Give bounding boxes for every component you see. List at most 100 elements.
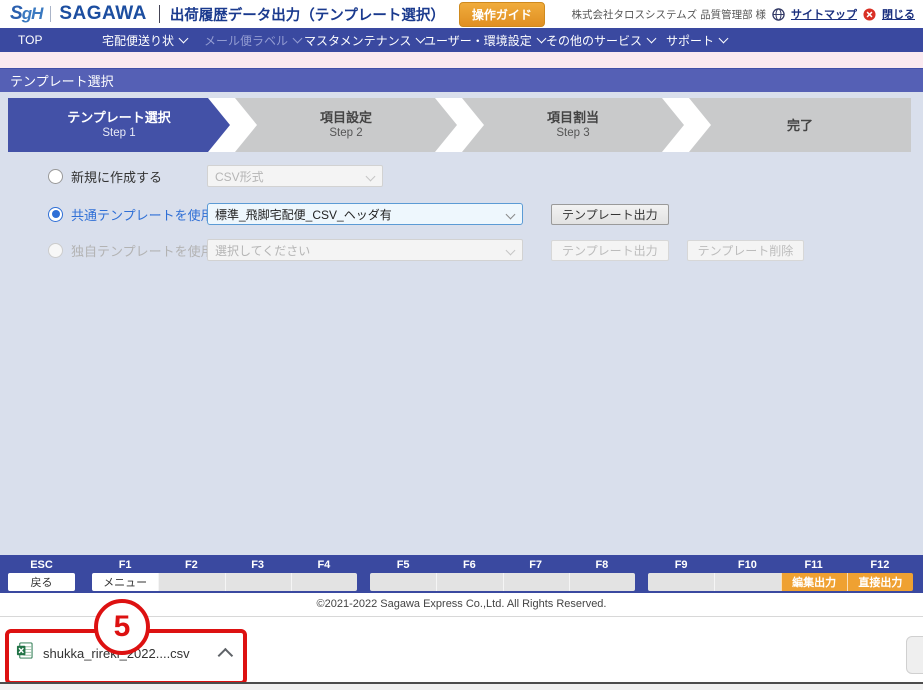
downloads-bar-edge-button[interactable] <box>906 636 923 674</box>
sagawa-logo: SAGAWA <box>59 3 146 25</box>
nav-item-label: 宅配便送り状 <box>102 32 174 49</box>
fkey-f12: F12直接出力 <box>847 558 913 591</box>
chevron-down-icon <box>719 34 729 44</box>
template-option-row-3: 独自テンプレートを使用選択してください テンプレート出力テンプレート削除 <box>0 238 923 262</box>
logged-in-user: 株式会社タロスシステムズ 品質管理部 様 <box>571 7 766 22</box>
template-select[interactable]: 標準_飛脚宅配便_CSV_ヘッダ有 <box>207 203 523 225</box>
step-subtitle: Step 2 <box>329 126 362 141</box>
fkey-label: F6 <box>436 558 502 573</box>
fkey-button-f5 <box>370 573 436 591</box>
chevron-down-icon <box>536 34 546 44</box>
template-select: CSV形式 <box>207 165 383 187</box>
fkey-button-f11[interactable]: 編集出力 <box>781 573 847 591</box>
radio-label: 独自テンプレートを使用 <box>71 241 214 260</box>
globe-icon <box>772 8 785 21</box>
nav-item-4[interactable]: マスタメンテナンス <box>304 28 424 52</box>
nav-item-7[interactable]: サポート <box>666 28 727 52</box>
downloaded-file-chip[interactable]: shukka_rireki_2022....csv <box>16 637 233 669</box>
fkey-group-3: F5F6F7F8 <box>370 558 635 591</box>
select-value: 標準_飛脚宅配便_CSV_ヘッダ有 <box>215 206 392 223</box>
nav-item-6[interactable]: その他のサービス <box>546 28 655 52</box>
header-right: 株式会社タロスシステムズ 品質管理部 様 サイトマップ 閉じる <box>571 6 915 22</box>
fkey-f3: F3 <box>225 558 291 591</box>
fkey-f5: F5 <box>370 558 436 591</box>
template-export-button[interactable]: テンプレート出力 <box>551 204 669 225</box>
radio-button[interactable] <box>48 169 63 184</box>
fkey-button-f2 <box>158 573 224 591</box>
fkey-label: F5 <box>370 558 436 573</box>
fkey-label: F11 <box>781 558 847 573</box>
template-option-row-1: 新規に作成する CSV形式 <box>0 164 923 188</box>
close-icon <box>863 8 876 21</box>
wizard-step-1: テンプレート選択Step 1 <box>8 98 230 152</box>
fkey-f9: F9 <box>648 558 714 591</box>
select-value: 選択してください <box>215 242 310 259</box>
chevron-down-icon <box>293 34 303 44</box>
nav-item-1[interactable]: TOP <box>18 28 42 52</box>
page-title: 出荷履歴データ出力（テンプレート選択） <box>170 4 445 25</box>
browser-downloads-bar: shukka_rireki_2022....csv 5 <box>0 616 923 682</box>
taskbar-strip <box>0 684 923 690</box>
nav-item-label: サポート <box>666 32 714 49</box>
step-wizard: テンプレート選択Step 1項目設定Step 2項目割当Step 3完了 <box>8 98 911 152</box>
operation-guide-button[interactable]: 操作ガイド <box>459 2 545 27</box>
nav-item-label: マスタメンテナンス <box>304 32 411 49</box>
template-option-row-2: 共通テンプレートを使用標準_飛脚宅配便_CSV_ヘッダ有 テンプレート出力 <box>0 202 923 226</box>
nav-item-label: TOP <box>18 33 42 47</box>
fkey-esc: ESC戻る <box>8 558 75 591</box>
radio-label[interactable]: 共通テンプレートを使用 <box>71 205 214 224</box>
fkey-button-f7 <box>503 573 569 591</box>
nav-item-5[interactable]: ユーザー・環境設定 <box>424 28 545 52</box>
sg-holdings-logo: SgH <box>10 3 42 25</box>
step-subtitle: Step 1 <box>102 126 135 141</box>
fkey-label: F4 <box>291 558 357 573</box>
fkey-label: F9 <box>648 558 714 573</box>
function-key-bar: ESC戻るF1メニューF2F3F4F5F6F7F8F9F10F11編集出力F12… <box>0 555 923 593</box>
step-title: テンプレート選択 <box>67 109 171 126</box>
fkey-label: F3 <box>225 558 291 573</box>
fkey-button-f12[interactable]: 直接出力 <box>847 573 913 591</box>
nav-item-label: その他のサービス <box>546 32 642 49</box>
fkey-f4: F4 <box>291 558 357 591</box>
sitemap-link[interactable]: サイトマップ <box>791 6 857 22</box>
radio-label[interactable]: 新規に作成する <box>71 167 162 186</box>
chevron-down-icon <box>506 210 516 220</box>
fkey-button-f1[interactable]: メニュー <box>92 573 158 591</box>
fkey-label: F12 <box>847 558 913 573</box>
wizard-step-2: 項目設定Step 2 <box>235 98 457 152</box>
nav-item-2[interactable]: 宅配便送り状 <box>102 28 187 52</box>
step-subtitle: Step 3 <box>556 126 589 141</box>
divider <box>159 5 160 23</box>
fkey-group-1: ESC戻る <box>8 558 75 591</box>
main-nav: TOP 宅配便送り状 メール便ラベルマスタメンテナンスユーザー・環境設定その他のサー… <box>0 28 923 53</box>
step-title: 完了 <box>787 117 813 134</box>
radio-button <box>48 243 63 258</box>
fkey-f1: F1メニュー <box>92 558 158 591</box>
fkey-label: F1 <box>92 558 158 573</box>
fkey-button-f9 <box>648 573 714 591</box>
nav-item-3: メール便ラベル <box>204 28 301 52</box>
page-footer: ©2021-2022 Sagawa Express Co.,Ltd. All R… <box>0 593 923 616</box>
step-title: 項目割当 <box>547 109 599 126</box>
fkey-button-esc[interactable]: 戻る <box>8 573 75 591</box>
nav-item-label: メール便ラベル <box>204 32 288 49</box>
template-select: 選択してください <box>207 239 523 261</box>
chevron-down-icon <box>506 246 516 256</box>
fkey-f8: F8 <box>569 558 635 591</box>
fkey-button-f8 <box>569 573 635 591</box>
fkey-button-f6 <box>436 573 502 591</box>
wizard-step-3: 項目割当Step 3 <box>462 98 684 152</box>
chevron-down-icon <box>179 34 189 44</box>
template-export-button: テンプレート出力 <box>551 240 669 261</box>
fkey-group-2: F1メニューF2F3F4 <box>92 558 357 591</box>
close-link[interactable]: 閉じる <box>882 6 915 22</box>
chevron-up-icon[interactable] <box>217 647 233 663</box>
pink-strip <box>0 52 923 68</box>
template-delete-button: テンプレート削除 <box>687 240 805 261</box>
fkey-f7: F7 <box>503 558 569 591</box>
chevron-down-icon <box>366 172 376 182</box>
fkey-label: F2 <box>158 558 224 573</box>
fkey-button-f4 <box>291 573 357 591</box>
divider <box>50 6 51 22</box>
radio-button[interactable] <box>48 207 63 222</box>
